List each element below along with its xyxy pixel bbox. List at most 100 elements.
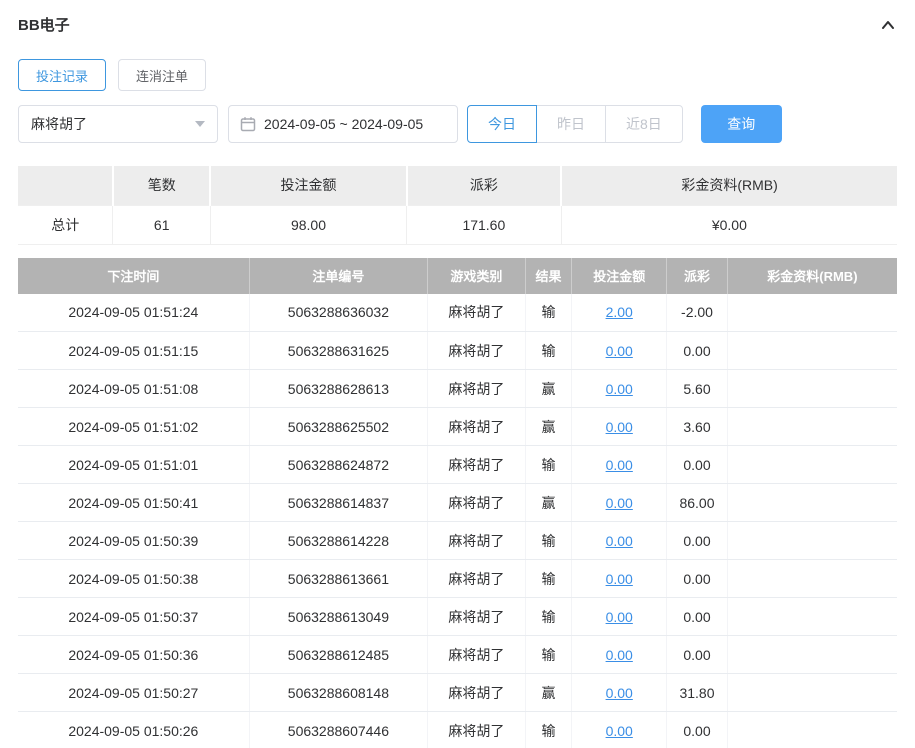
col-game-type-header: 游戏类别: [427, 257, 526, 294]
search-button[interactable]: 查询: [700, 105, 782, 143]
game-type-cell: 麻将胡了: [427, 559, 526, 598]
bet-time-cell: 2024-09-05 01:51:08: [18, 369, 250, 408]
game-select-value: 麻将胡了: [31, 116, 87, 132]
bonus-cell: [727, 673, 897, 712]
date-range-value: 2024-09-05 ~ 2024-09-05: [264, 116, 424, 132]
bonus-cell: [727, 521, 897, 560]
bet-amount-link[interactable]: 2.00: [606, 304, 633, 320]
bet-amount-cell: 2.00: [571, 293, 668, 332]
payout-cell: 0.00: [666, 521, 728, 560]
bet-amount-link[interactable]: 0.00: [606, 381, 633, 397]
bet-amount-cell: 0.00: [571, 521, 668, 560]
table-row: 2024-09-05 01:50:38 5063288613661 麻将胡了输 0.0…: [18, 559, 897, 598]
payout-cell: -2.00: [666, 293, 728, 332]
result-cell: 赢: [525, 407, 573, 446]
payout-cell: 0.00: [666, 711, 728, 748]
bet-amount-cell: 0.00: [571, 369, 668, 408]
summary-bonus-value: ¥0.00: [560, 204, 897, 245]
game-type-cell: 麻将胡了: [427, 369, 526, 408]
payout-cell: 0.00: [666, 559, 728, 598]
bet-table-body: 2024-09-05 01:51:24 5063288636032 麻将胡了输 2.0…: [18, 293, 897, 748]
bet-time-cell: 2024-09-05 01:51:01: [18, 445, 250, 484]
bet-id-cell: 5063288613661: [249, 559, 429, 598]
bet-id-cell: 5063288612485: [249, 635, 429, 674]
game-type-cell: 麻将胡了: [427, 673, 526, 712]
panel-title: BB电子: [18, 17, 70, 34]
game-type-cell: 麻将胡了: [427, 331, 526, 370]
quick-range-group: 今日 昨日 近8日: [467, 105, 683, 143]
bet-id-cell: 5063288631625: [249, 331, 429, 370]
col-result-header: 结果: [524, 257, 572, 294]
result-cell: 输: [525, 559, 573, 598]
bet-amount-link[interactable]: 0.00: [606, 419, 633, 435]
payout-cell: 86.00: [666, 483, 728, 522]
bet-time-cell: 2024-09-05 01:50:41: [18, 483, 250, 522]
game-type-cell: 麻将胡了: [427, 293, 526, 332]
summary-table: 笔数 投注金额 派彩 彩金资料(RMB) 总计 61 98.00 171.60 …: [18, 166, 897, 245]
table-row: 2024-09-05 01:51:15 5063288631625 麻将胡了输 0.0…: [18, 331, 897, 370]
date-range-picker[interactable]: 2024-09-05 ~ 2024-09-05: [228, 105, 458, 143]
summary-header-payout: 派彩: [405, 166, 562, 205]
bet-time-cell: 2024-09-05 01:50:26: [18, 711, 250, 748]
bonus-cell: [727, 331, 897, 370]
bet-amount-link[interactable]: 0.00: [606, 457, 633, 473]
summary-header-row: 笔数 投注金额 派彩 彩金资料(RMB): [18, 166, 897, 205]
game-type-cell: 麻将胡了: [427, 597, 526, 636]
calendar-icon: [240, 116, 256, 132]
bet-amount-link[interactable]: 0.00: [606, 609, 633, 625]
game-type-cell: 麻将胡了: [427, 521, 526, 560]
result-cell: 输: [525, 331, 573, 370]
payout-cell: 5.60: [666, 369, 728, 408]
bet-amount-link[interactable]: 0.00: [606, 685, 633, 701]
today-button[interactable]: 今日: [467, 105, 537, 143]
filter-bar: 麻将胡了 2024-09-05 ~ 2024-09-05 今日 昨日 近8日 查…: [18, 105, 897, 143]
bonus-cell: [727, 407, 897, 446]
bet-amount-cell: 0.00: [571, 597, 668, 636]
bonus-cell: [727, 445, 897, 484]
table-row: 2024-09-05 01:50:27 5063288608148 麻将胡了赢 0.0…: [18, 673, 897, 712]
bet-records-panel: BB电子 投注记录 连消注单 麻将胡了 2024-09-05 ~ 2024-09…: [0, 0, 915, 748]
bet-amount-cell: 0.00: [571, 711, 668, 748]
table-row: 2024-09-05 01:50:37 5063288613049 麻将胡了输 0.0…: [18, 597, 897, 636]
bet-id-cell: 5063288613049: [249, 597, 429, 636]
bet-time-cell: 2024-09-05 01:50:27: [18, 673, 250, 712]
payout-cell: 0.00: [666, 331, 728, 370]
result-cell: 赢: [525, 483, 573, 522]
col-bet-time-header: 下注时间: [18, 257, 250, 294]
table-row: 2024-09-05 01:50:39 5063288614228 麻将胡了输 0.0…: [18, 521, 897, 560]
bet-amount-link[interactable]: 0.00: [606, 571, 633, 587]
bonus-cell: [727, 369, 897, 408]
payout-cell: 0.00: [666, 635, 728, 674]
last-8-days-button[interactable]: 近8日: [605, 105, 683, 143]
bet-table: 下注时间 注单编号 游戏类别 结果 投注金额 派彩 彩金资料(RMB) 2024…: [18, 257, 897, 748]
bet-id-cell: 5063288628613: [249, 369, 429, 408]
bet-time-cell: 2024-09-05 01:50:38: [18, 559, 250, 598]
tab-cancelled-bets[interactable]: 连消注单: [118, 59, 207, 91]
table-row: 2024-09-05 01:51:02 5063288625502 麻将胡了赢 0.0…: [18, 407, 897, 446]
game-type-cell: 麻将胡了: [427, 711, 526, 748]
game-type-cell: 麻将胡了: [427, 635, 526, 674]
game-select[interactable]: 麻将胡了: [18, 105, 218, 143]
bet-amount-link[interactable]: 0.00: [606, 533, 633, 549]
record-tabs: 投注记录 连消注单: [18, 59, 897, 91]
bonus-cell: [727, 597, 897, 636]
summary-count-value: 61: [112, 204, 211, 245]
bet-time-cell: 2024-09-05 01:50:39: [18, 521, 250, 560]
collapse-chevron-up-icon[interactable]: [879, 16, 897, 34]
yesterday-button[interactable]: 昨日: [536, 105, 606, 143]
game-type-cell: 麻将胡了: [427, 407, 526, 446]
col-bet-amount-header: 投注金额: [571, 257, 667, 294]
summary-header-bonus: 彩金资料(RMB): [560, 166, 897, 205]
payout-cell: 31.80: [666, 673, 728, 712]
bet-amount-link[interactable]: 0.00: [606, 495, 633, 511]
table-row: 2024-09-05 01:51:01 5063288624872 麻将胡了输 0.0…: [18, 445, 897, 484]
bet-amount-link[interactable]: 0.00: [606, 647, 633, 663]
bet-amount-link[interactable]: 0.00: [606, 723, 633, 739]
col-payout-header: 派彩: [666, 257, 728, 294]
game-type-cell: 麻将胡了: [427, 445, 526, 484]
summary-payout-value: 171.60: [406, 204, 562, 245]
tab-bet-records[interactable]: 投注记录: [18, 59, 107, 91]
bet-amount-link[interactable]: 0.00: [606, 343, 633, 359]
table-row: 2024-09-05 01:50:36 5063288612485 麻将胡了输 0.0…: [18, 635, 897, 674]
payout-cell: 0.00: [666, 597, 728, 636]
